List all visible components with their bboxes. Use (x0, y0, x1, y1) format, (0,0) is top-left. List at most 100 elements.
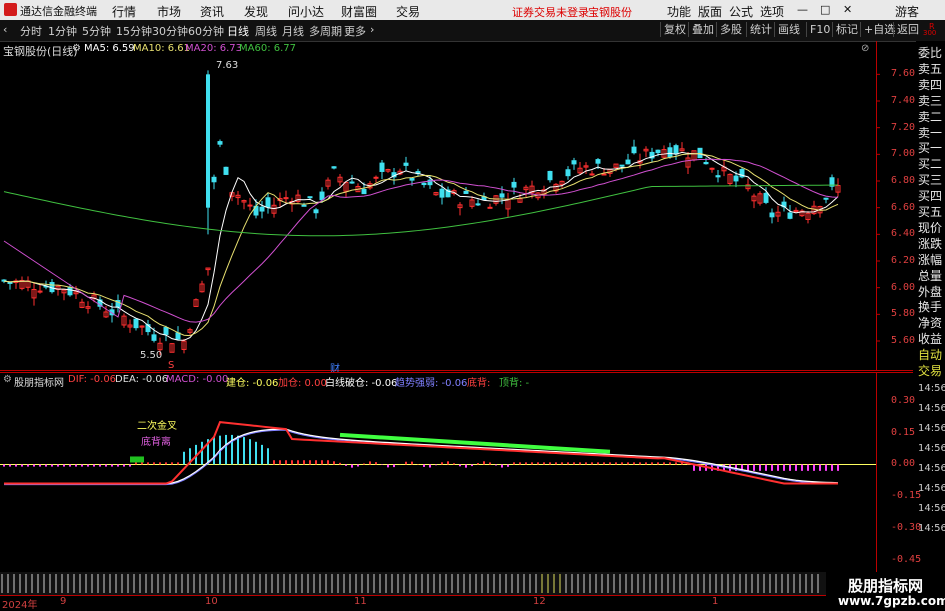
candle-body (463, 190, 469, 194)
period-multi[interactable]: 多周期 (309, 23, 342, 39)
watermark-title: 股朋指标网 (848, 577, 924, 595)
period-daily[interactable]: 日线 (227, 23, 249, 39)
legend-dea: DEA: -0.06 (115, 374, 169, 385)
side-item[interactable]: 换手 (918, 299, 942, 316)
candle-body (361, 188, 367, 195)
side-item[interactable]: 现价 (918, 220, 942, 237)
settings-gear-icon[interactable]: ⚙ (72, 43, 81, 54)
toolbar-left-arrow[interactable]: ‹ (3, 23, 7, 36)
side-item[interactable]: 自动 (918, 347, 942, 364)
legend-dingbei: 顶背: - (499, 378, 530, 389)
guest-label[interactable]: 游客 (895, 3, 919, 20)
ma20-line (3, 158, 839, 323)
close-panel-icon[interactable]: ⊘ (861, 43, 869, 54)
menu-zixun[interactable]: 资讯 (200, 3, 224, 20)
login-notice[interactable]: 证券交易未登录 (512, 4, 589, 20)
date-axis: 2024年 9 10 11 12 1 (0, 595, 945, 611)
side-item[interactable]: 卖二 (918, 109, 942, 126)
menu-banmian[interactable]: 版面 (698, 3, 722, 20)
period-monthly[interactable]: 月线 (282, 23, 304, 39)
menu-gongshi[interactable]: 公式 (729, 3, 753, 20)
period-60min[interactable]: 60分钟 (188, 23, 224, 39)
side-item[interactable]: 交易 (918, 363, 942, 380)
side-item[interactable]: 涨幅 (918, 252, 942, 269)
period-15min[interactable]: 15分钟 (116, 23, 152, 39)
side-item[interactable]: 买三 (918, 172, 942, 189)
period-fenshi[interactable]: 分时 (20, 23, 42, 39)
side-item[interactable]: 买二 (918, 156, 942, 173)
side-item[interactable]: 卖四 (918, 77, 942, 94)
price-tick: 7.40 (891, 95, 916, 106)
legend-qushi: 趋势强弱: -0.06 (395, 378, 468, 389)
close-button[interactable]: ✕ (843, 3, 852, 16)
period-weekly[interactable]: 周线 (255, 23, 277, 39)
side-item[interactable]: 净资 (918, 315, 942, 332)
candle-body (619, 164, 625, 167)
candle-body (331, 166, 337, 169)
menu-wenxiaoda[interactable]: 问小达 (288, 3, 324, 20)
menu-caifuquan[interactable]: 财富圈 (341, 3, 377, 20)
side-item[interactable]: 买四 (918, 188, 942, 205)
candlestick-chart[interactable] (0, 41, 913, 371)
side-item[interactable]: 外盘 (918, 284, 942, 301)
btn-diejia[interactable]: 叠加 (688, 22, 717, 37)
menu-bar: 通达信金融终端 行情 市场 资讯 发现 问小达 财富圈 交易 证券交易未登录 宝… (0, 0, 945, 20)
candle-body (211, 176, 217, 183)
trade-time: 14:56 (918, 403, 945, 414)
price-tick: 7.60 (891, 68, 916, 80)
btn-huaxian[interactable]: 画线 (774, 22, 803, 37)
more-arrow-icon[interactable]: › (370, 23, 374, 36)
candle-body (601, 173, 607, 176)
btn-fuquan[interactable]: 复权 (660, 22, 689, 37)
maximize-button[interactable]: □ (820, 3, 830, 16)
side-item[interactable]: 卖一 (918, 125, 942, 142)
side-item[interactable]: 卖五 (918, 61, 942, 78)
menu-faxian[interactable]: 发现 (244, 3, 268, 20)
trade-time: 14:56 (918, 383, 945, 394)
price-tick: 6.20 (891, 255, 916, 266)
menu-shichang[interactable]: 市场 (157, 3, 181, 20)
period-30min[interactable]: 30分钟 (152, 23, 188, 39)
candle-body (403, 162, 409, 166)
candle-body (67, 287, 73, 296)
indicator-panel[interactable]: ⚙ 股朋指标网 DIF: -0.06 DEA: -0.06 MACD: -0.0… (0, 372, 921, 572)
btn-tongji[interactable]: 统计 (746, 22, 775, 37)
indicator-tick: 0.30 (891, 394, 916, 406)
candle-body (667, 147, 673, 158)
side-item[interactable]: 买五 (918, 204, 942, 221)
btn-fanhui[interactable]: 返回 (893, 22, 922, 37)
candle-spike-body (206, 74, 210, 208)
period-5min[interactable]: 5分钟 (82, 23, 111, 39)
indicator-gear-icon[interactable]: ⚙ (3, 374, 12, 385)
trade-time: 14:56 (918, 463, 945, 474)
menu-jiaoyi[interactable]: 交易 (396, 3, 420, 20)
period-1min[interactable]: 1分钟 (48, 23, 77, 39)
watermark-url: www.7gpzb.com (838, 594, 945, 608)
side-item[interactable]: 卖三 (918, 93, 942, 110)
minimize-button[interactable]: — (797, 3, 808, 16)
btn-f10[interactable]: F10 (806, 22, 833, 37)
menu-hangqing[interactable]: 行情 (112, 3, 136, 20)
side-300: 300 (923, 29, 937, 37)
price-chart-panel[interactable]: 宝钢股份(日线) ⚙ MA5: 6.59 MA10: 6.61 MA20: 6.… (0, 41, 916, 375)
btn-duogu[interactable]: 多股 (716, 22, 745, 37)
price-tick: 7.00 (891, 148, 916, 160)
macd-chart[interactable] (0, 372, 913, 572)
candle-body (625, 159, 631, 165)
side-item[interactable]: 委比 (918, 45, 942, 62)
trade-time: 14:56 (918, 443, 945, 454)
menu-xuanxiang[interactable]: 选项 (760, 3, 784, 20)
signal-block (130, 456, 144, 463)
candle-body (823, 197, 829, 200)
side-item[interactable]: 总量 (918, 268, 942, 285)
side-item[interactable]: 买一 (918, 140, 942, 157)
candle-body (319, 191, 325, 201)
period-more[interactable]: 更多 (344, 23, 366, 39)
side-item[interactable]: 收益 (918, 331, 942, 348)
candle-body (247, 204, 253, 207)
candle-body (301, 204, 307, 207)
legend-dif: DIF: -0.06 (68, 374, 117, 385)
side-item[interactable]: 涨跌 (918, 236, 942, 253)
menu-gongneng[interactable]: 功能 (667, 3, 691, 20)
btn-biaoji[interactable]: 标记 (832, 22, 861, 37)
